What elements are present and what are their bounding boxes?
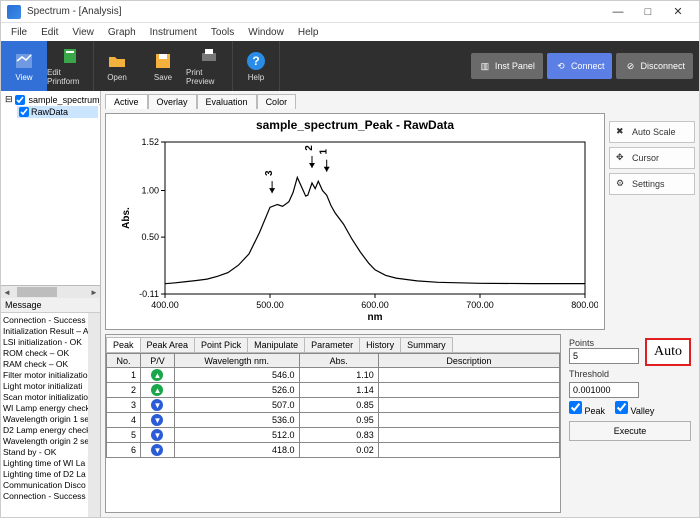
menu-view[interactable]: View [66,25,100,40]
left-panel: ⊟ sample_spectrum_ RawData ◄► Message Co… [1,91,101,517]
tab-manipulate[interactable]: Manipulate [247,337,305,352]
messages-header: Message [1,298,100,313]
graph-tabs: Active Overlay Evaluation Color [101,91,699,109]
chart-title: sample_spectrum_Peak - RawData [112,118,598,132]
auto-button[interactable]: Auto [645,338,691,366]
ribbon-open-button[interactable]: Open [94,41,140,91]
svg-text:2: 2 [304,145,315,151]
print-icon [199,46,219,66]
valley-checkbox[interactable]: Valley [615,401,654,416]
help-icon: ? [246,51,266,71]
inst-icon: ▥ [479,60,491,72]
svg-text:-0.11: -0.11 [139,289,159,299]
svg-text:?: ? [252,54,259,68]
autoscale-icon: ✖ [616,126,628,138]
tab-summary[interactable]: Summary [400,337,453,352]
save-icon [153,51,173,71]
ribbon-edit-printform-button[interactable]: Edit Printform [47,41,93,91]
svg-text:700.00: 700.00 [466,300,494,310]
threshold-input[interactable] [569,382,639,398]
window-title: Spectrum - [Analysis] [27,6,603,17]
connect-icon: ⟲ [555,60,567,72]
menu-instrument[interactable]: Instrument [144,25,203,40]
settings-icon: ⚙ [616,178,628,190]
tab-active[interactable]: Active [105,94,148,109]
app-icon [7,5,21,19]
tab-point-pick[interactable]: Point Pick [194,337,248,352]
disconnect-button[interactable]: ⊘Disconnect [616,53,693,79]
titlebar: Spectrum - [Analysis] — □ ✕ [1,1,699,23]
peak-tabs: Peak Peak Area Point Pick Manipulate Par… [106,335,560,353]
ribbon-view-button[interactable]: View [1,41,47,91]
execute-button[interactable]: Execute [569,421,691,441]
tab-peak[interactable]: Peak [106,337,141,352]
svg-text:800.00: 800.00 [571,300,598,310]
svg-text:500.00: 500.00 [256,300,284,310]
connect-button[interactable]: ⟲Connect [547,53,613,79]
menubar: File Edit View Graph Instrument Tools Wi… [1,23,699,41]
ribbon-print-preview-button[interactable]: Print Preview [186,41,232,91]
menu-window[interactable]: Window [242,25,290,40]
svg-text:400.00: 400.00 [151,300,179,310]
tree-child-rawdata[interactable]: RawData [17,106,98,118]
disconnect-icon: ⊘ [624,60,636,72]
menu-file[interactable]: File [5,25,33,40]
printform-icon [60,46,80,66]
peak-table-panel: Peak Peak Area Point Pick Manipulate Par… [105,334,561,513]
tab-peak-area[interactable]: Peak Area [140,337,196,352]
tab-parameter[interactable]: Parameter [304,337,360,352]
parameter-panel: Points Auto Threshold Peak Valley Execut… [565,334,695,513]
svg-text:Abs.: Abs. [121,207,132,229]
spectrum-plot[interactable]: 400.00 500.00 600.00 700.00 800.00 -0.11 0.50 1… [112,134,598,324]
ribbon: View Edit Printform Open Save Print Prev… [1,41,699,91]
open-icon [107,51,127,71]
menu-edit[interactable]: Edit [35,25,64,40]
inst-panel-button[interactable]: ▥Inst Panel [471,53,543,79]
chart-area[interactable]: sample_spectrum_Peak - RawData 400.00 500… [105,113,605,330]
ribbon-open-label: Open [107,73,127,82]
cursor-button[interactable]: ✥Cursor [609,147,695,169]
ribbon-edit-label: Edit Printform [47,68,93,86]
maximize-button[interactable]: □ [633,2,663,22]
ribbon-view-label: View [15,73,32,82]
cursor-icon: ✥ [616,152,628,164]
tab-history[interactable]: History [359,337,401,352]
svg-text:0.50: 0.50 [141,232,159,242]
auto-scale-button[interactable]: ✖Auto Scale [609,121,695,143]
points-input[interactable] [569,348,639,364]
svg-text:1: 1 [319,148,330,154]
menu-tools[interactable]: Tools [205,25,240,40]
ribbon-save-button[interactable]: Save [140,41,186,91]
points-label: Points [569,338,639,348]
minimize-button[interactable]: — [603,2,633,22]
svg-text:600.00: 600.00 [361,300,389,310]
tab-overlay[interactable]: Overlay [148,94,197,109]
ribbon-save-label: Save [154,73,172,82]
svg-text:3: 3 [264,170,275,176]
svg-text:1.00: 1.00 [141,185,159,195]
tab-color[interactable]: Color [257,94,297,109]
view-icon [14,51,34,71]
svg-text:1.52: 1.52 [141,137,159,147]
tree-root-check[interactable] [15,95,25,105]
ribbon-help-label: Help [248,73,264,82]
messages-list: Connection - SuccessInitialization Resul… [1,313,88,517]
minus-icon: ⊟ [5,94,13,105]
peak-table[interactable]: No.P/VWavelength nm.Abs.Description1▲546… [106,353,560,458]
menu-graph[interactable]: Graph [102,25,142,40]
menu-help[interactable]: Help [292,25,325,40]
svg-text:nm: nm [368,312,383,323]
tree-hscroll[interactable]: ◄► [1,286,100,298]
tree-root[interactable]: ⊟ sample_spectrum_ [3,93,98,106]
tab-evaluation[interactable]: Evaluation [197,94,257,109]
close-button[interactable]: ✕ [663,2,693,22]
messages-vscroll[interactable] [88,313,100,517]
ribbon-print-label: Print Preview [186,68,232,86]
settings-button[interactable]: ⚙Settings [609,173,695,195]
tree-child-check[interactable] [19,107,29,117]
ribbon-help-button[interactable]: ? Help [233,41,279,91]
threshold-label: Threshold [569,369,691,379]
peak-checkbox[interactable]: Peak [569,401,605,416]
file-tree[interactable]: ⊟ sample_spectrum_ RawData [1,91,100,286]
